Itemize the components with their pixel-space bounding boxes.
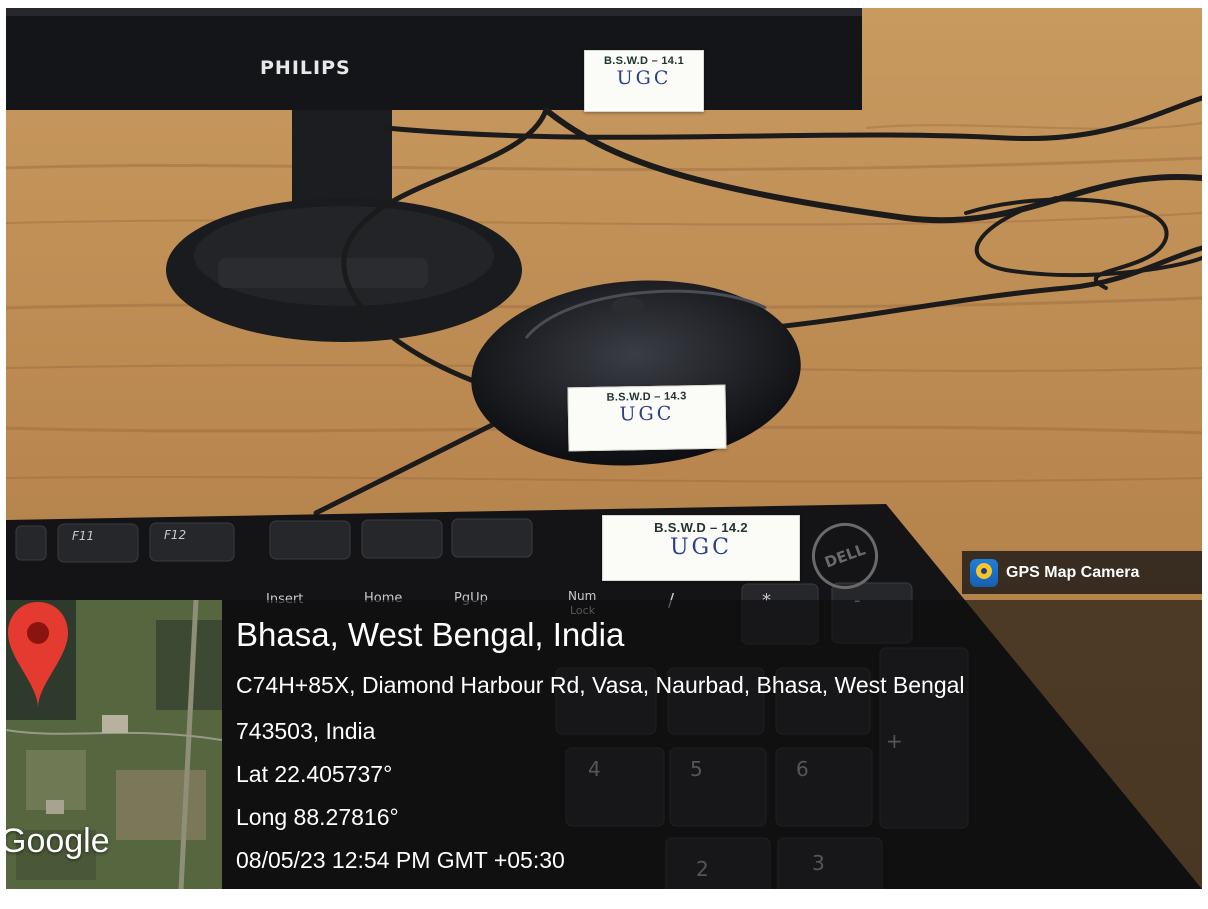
gps-map-camera-badge: GPS Map Camera [962,551,1202,594]
location-title: Bhasa, West Bengal, India [236,616,625,653]
gps-app-name: GPS Map Camera [1006,563,1140,581]
satellite-map-thumbnail: Google [6,600,222,889]
longitude-readout: Long 88.27816° [236,804,399,830]
timestamp-readout: 08/05/23 12:54 PM GMT +05:30 [236,847,565,873]
philips-logo: PHILIPS [260,57,351,79]
keyboard-tag-note: UGC [670,535,732,560]
mouse-tag-note: UGC [619,402,675,426]
gps-camera-app-icon [970,558,998,587]
google-attribution: Google [6,822,110,860]
monitor-bezel [6,8,862,110]
address-line-1: C74H+85X, Diamond Harbour Rd, Vasa, Naur… [236,672,965,698]
geotag-details: Bhasa, West Bengal, India C74H+85X, Diam… [222,600,1202,889]
monitor-tag-code: B.S.W.D – 14.1 [603,55,684,67]
keyboard-tag-code: B.S.W.D – 14.2 [654,520,748,535]
monitor-tag-note: UGC [616,67,672,89]
geotag-overlay: Google Bhasa, West Bengal, India C74H+85… [6,600,1202,889]
mouse-asset-tag: B.S.W.D – 14.3 UGC [567,384,727,452]
address-line-2: 743503, India [236,718,376,744]
monitor-asset-tag: B.S.W.D – 14.1 UGC [584,50,704,112]
location-pin-icon [8,602,68,708]
keyboard-asset-tag: B.S.W.D – 14.2 UGC [602,515,800,581]
latitude-readout: Lat 22.405737° [236,761,393,787]
svg-text:F11: F11 [72,529,94,543]
svg-text:F12: F12 [164,528,186,542]
